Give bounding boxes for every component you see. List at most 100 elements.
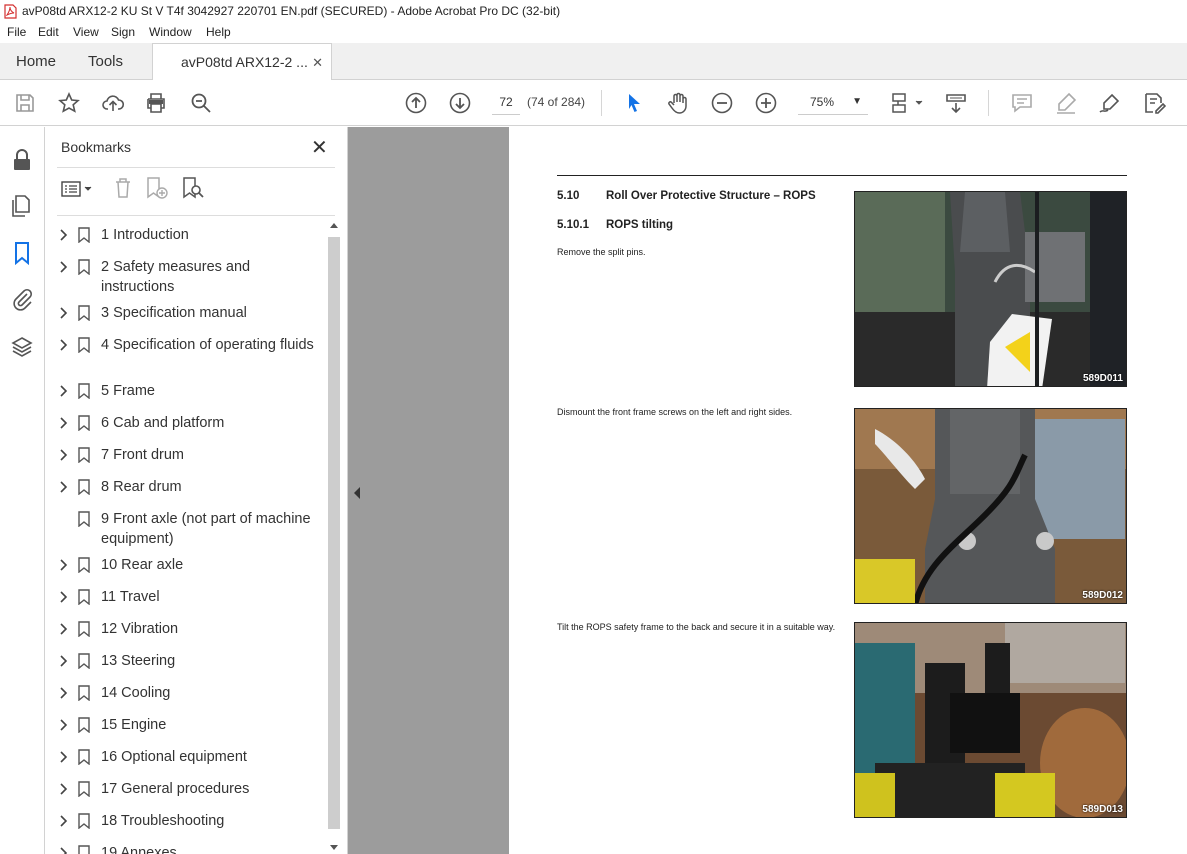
bookmark-scrollbar[interactable] [326, 219, 342, 854]
title-bar: avP08td ARX12-2 KU St V T4f 3042927 2207… [0, 0, 1187, 23]
menu-sign[interactable]: Sign [111, 25, 135, 39]
zoom-level-dropdown[interactable]: 75% ▼ [798, 89, 868, 115]
menu-help[interactable]: Help [206, 25, 231, 39]
step-2-text: Dismount the front frame screws on the l… [557, 407, 793, 417]
chevron-right-icon[interactable] [59, 686, 69, 700]
close-icon[interactable]: ✕ [311, 135, 328, 160]
bookmark-label: 17 General procedures [101, 781, 250, 797]
bookmark-flag-icon [78, 781, 90, 797]
chevron-right-icon[interactable] [59, 590, 69, 604]
previous-page-icon[interactable] [404, 91, 428, 115]
step-1-text: Remove the split pins. [557, 247, 646, 257]
tab-bar: Home Tools avP08td ARX12-2 ... ✕ [0, 43, 1187, 81]
tab-document-label: avP08td ARX12-2 ... [181, 54, 308, 70]
find-bookmark-icon[interactable] [181, 177, 205, 199]
attachment-icon[interactable] [10, 287, 34, 311]
zoom-in-icon[interactable] [754, 91, 778, 115]
star-icon[interactable] [57, 91, 81, 115]
figure-589D012: 589D012 [854, 408, 1127, 604]
new-bookmark-icon[interactable] [145, 177, 169, 199]
menu-file[interactable]: File [7, 25, 26, 39]
upload-cloud-icon[interactable] [101, 91, 125, 115]
bookmark-flag-icon [78, 813, 90, 829]
bookmark-flag-icon [78, 415, 90, 431]
bookmark-flag-icon [78, 305, 90, 321]
bookmark-flag-icon [78, 749, 90, 765]
menu-view[interactable]: View [73, 25, 99, 39]
page-display-icon[interactable] [890, 91, 924, 115]
chevron-right-icon[interactable] [59, 338, 69, 352]
chevron-right-icon[interactable] [59, 448, 69, 462]
chevron-right-icon[interactable] [59, 384, 69, 398]
save-icon[interactable] [13, 91, 37, 115]
rops-frame-screws-photo [855, 409, 1126, 603]
subsection-title: ROPS tilting [606, 219, 674, 231]
rops-split-pin-photo [855, 192, 1126, 386]
bookmark-label: 10 Rear axle [101, 557, 184, 573]
scroll-up-arrow[interactable] [330, 223, 338, 228]
chevron-right-icon[interactable] [59, 622, 69, 636]
panel-collapse-handle[interactable] [348, 127, 368, 854]
tab-document[interactable]: avP08td ARX12-2 ... ✕ [152, 43, 332, 81]
bookmark-flag-icon [78, 653, 90, 669]
bookmark-flag-icon [78, 227, 90, 243]
subsection-number: 5.10.1 [557, 219, 589, 231]
pdf-page: 5.10 Roll Over Protective Structure – RO… [509, 127, 1187, 854]
bookmark-flag-icon [78, 845, 90, 854]
zoom-search-icon[interactable] [189, 91, 213, 115]
zoom-out-icon[interactable] [710, 91, 734, 115]
close-tab-icon[interactable]: ✕ [312, 44, 323, 81]
chevron-right-icon[interactable] [59, 228, 69, 242]
bookmark-label: 1 Introduction [101, 227, 189, 243]
scroll-down-arrow[interactable] [330, 845, 338, 850]
chevron-right-icon[interactable] [59, 750, 69, 764]
chevron-right-icon[interactable] [59, 260, 69, 274]
delete-bookmark-icon[interactable] [113, 177, 133, 199]
chevron-right-icon[interactable] [59, 654, 69, 668]
lock-icon[interactable] [10, 148, 34, 172]
scrollbar-thumb[interactable] [328, 237, 340, 829]
bookmark-flag-icon [78, 447, 90, 463]
sign-icon[interactable] [1098, 91, 1122, 115]
bookmark-flag-icon [78, 259, 90, 275]
bookmark-list: 1 Introduction 2 Safety measures and inst… [45, 219, 327, 854]
highlight-pen-icon[interactable] [1054, 91, 1078, 115]
bookmarks-panel: Bookmarks ✕ 1 Introduction 2 Safety measu… [45, 127, 348, 854]
chevron-right-icon[interactable] [59, 306, 69, 320]
chevron-right-icon[interactable] [59, 846, 69, 854]
document-viewer[interactable]: 5.10 Roll Over Protective Structure – RO… [368, 127, 1187, 854]
page-number-input[interactable]: 72 [492, 89, 520, 115]
chevron-right-icon[interactable] [59, 782, 69, 796]
hand-tool-icon[interactable] [666, 91, 690, 115]
figure-589D011: 589D011 [854, 191, 1127, 387]
scroll-mode-icon[interactable] [944, 91, 968, 115]
chevron-right-icon[interactable] [59, 814, 69, 828]
window-title: avP08td ARX12-2 KU St V T4f 3042927 2207… [22, 4, 561, 18]
next-page-icon[interactable] [448, 91, 472, 115]
tab-tools[interactable]: Tools [88, 43, 123, 80]
pages-icon[interactable] [10, 194, 34, 218]
toolbar-divider [601, 90, 602, 116]
options-menu-icon[interactable] [61, 179, 95, 199]
bookmark-icon[interactable] [10, 241, 34, 266]
tab-home[interactable]: Home [16, 43, 56, 80]
bookmark-label: 14 Cooling [101, 685, 171, 701]
bookmark-label: 2 Safety measures and instructions [101, 259, 251, 295]
select-pointer-icon[interactable] [622, 91, 646, 115]
chevron-right-icon[interactable] [59, 718, 69, 732]
bookmark-label: 13 Steering [101, 653, 176, 669]
fill-sign-icon[interactable] [1142, 91, 1167, 115]
print-icon[interactable] [144, 91, 168, 115]
chevron-right-icon[interactable] [59, 416, 69, 430]
comment-icon[interactable] [1010, 91, 1034, 115]
left-rail [0, 127, 45, 854]
bookmark-flag-icon [78, 479, 90, 495]
rops-tilted-photo [855, 623, 1126, 817]
menu-edit[interactable]: Edit [38, 25, 59, 39]
menu-window[interactable]: Window [149, 25, 192, 39]
section-title: Roll Over Protective Structure – ROPS [606, 190, 816, 202]
layers-icon[interactable] [10, 335, 34, 359]
chevron-right-icon[interactable] [59, 480, 69, 494]
chevron-right-icon[interactable] [59, 558, 69, 572]
zoom-level-value: 75% [810, 95, 835, 109]
